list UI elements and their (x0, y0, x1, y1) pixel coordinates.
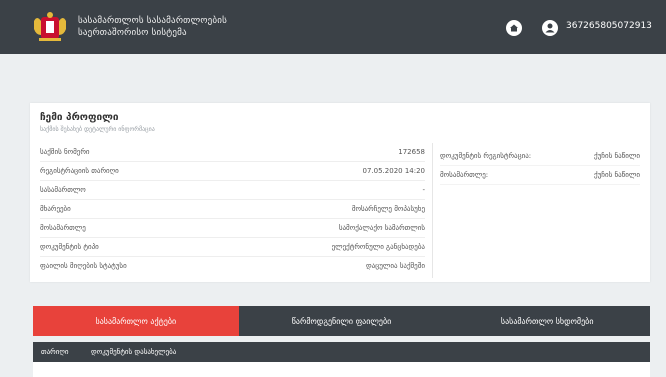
info-row: ფაილის მიღების სტატუსი დაცულია საქმეში (40, 257, 425, 275)
info-value: ელექტრონული განცხადება (331, 243, 425, 251)
coat-of-arms-icon (34, 12, 66, 41)
user-icon[interactable] (542, 20, 558, 36)
column-divider (432, 143, 433, 278)
info-label: მოსამართლე (40, 224, 86, 232)
home-icon[interactable] (506, 20, 522, 36)
info-label: რეგისტრაციის თარიღი (40, 167, 119, 175)
user-personal-id: 367265805072913 (566, 21, 652, 31)
info-row-right: დოკუმენტის რეგისტრაცია: ქუჩის ნაწილი (440, 147, 640, 166)
brand-line-1: სასამართლოს სასამართლოების (78, 16, 228, 26)
info-label: სასამართლო (40, 186, 86, 194)
info-row: სასამართლო - (40, 181, 425, 200)
tab-bar: სასამართლო აქტები წარმოდგენილი ფაილები ს… (33, 306, 650, 336)
brand-line-2: საერთაშორისო სისტემა (78, 28, 187, 38)
info-value: სამოქალაქო სამართლის (338, 224, 425, 232)
brand-title: სასამართლოს სასამართლოების საერთაშორისო … (78, 15, 227, 39)
tab-court-hearings[interactable]: სასამართლო სხდომები (444, 306, 650, 336)
card-title: ჩემი პროფილი (40, 112, 119, 123)
info-label: მოსამართლე: (440, 171, 489, 179)
card-subtitle: საქმის შესახებ დეტალური ინფორმაცია (40, 126, 155, 133)
info-row: დოკუმენტის ტიპი ელექტრონული განცხადება (40, 238, 425, 257)
profile-card: ჩემი პროფილი საქმის შესახებ დეტალური ინფ… (30, 103, 650, 282)
info-label: დოკუმენტის ტიპი (40, 243, 99, 251)
table-body (33, 362, 650, 377)
info-value: მოსარჩელე მოპასუხე (351, 205, 425, 213)
info-label: დოკუმენტის რეგისტრაცია: (440, 152, 532, 160)
info-label: მხარეები (40, 205, 71, 213)
info-value: 07.05.2020 14:20 (362, 167, 425, 175)
info-value: დაცულია საქმეში (365, 262, 425, 270)
table-header: თარიღი დოკუმენტის დასახელება (33, 342, 650, 362)
info-row: საქმის ნომერი 172658 (40, 143, 425, 162)
column-header-date: თარიღი (41, 348, 69, 356)
info-label: საქმის ნომერი (40, 148, 90, 156)
info-value: 172658 (398, 148, 425, 156)
tab-court-acts[interactable]: სასამართლო აქტები (33, 306, 239, 336)
info-value: ქუჩის ნაწილი (594, 171, 640, 179)
column-header-document: დოკუმენტის დასახელება (91, 348, 177, 356)
info-value: ქუჩის ნაწილი (594, 152, 640, 160)
info-row: რეგისტრაციის თარიღი 07.05.2020 14:20 (40, 162, 425, 181)
info-row: მოსამართლე სამოქალაქო სამართლის (40, 219, 425, 238)
info-value: - (422, 186, 425, 194)
info-label: ფაილის მიღების სტატუსი (40, 262, 127, 270)
top-header: სასამართლოს სასამართლოების საერთაშორისო … (0, 0, 666, 54)
info-row: მხარეები მოსარჩელე მოპასუხე (40, 200, 425, 219)
tab-submitted-files[interactable]: წარმოდგენილი ფაილები (239, 306, 445, 336)
info-row-right: მოსამართლე: ქუჩის ნაწილი (440, 166, 640, 185)
